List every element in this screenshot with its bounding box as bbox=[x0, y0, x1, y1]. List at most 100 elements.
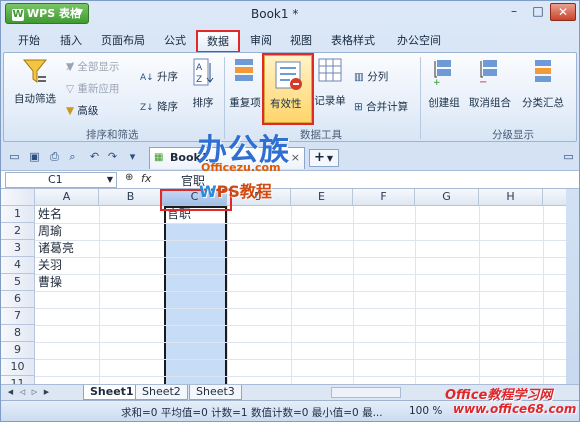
tab-insert[interactable]: 插入 bbox=[55, 31, 87, 52]
column-header-h[interactable]: H bbox=[479, 189, 543, 206]
gridline bbox=[415, 206, 416, 384]
horizontal-scrollbar[interactable] bbox=[331, 387, 401, 398]
validity-label: 有效性 bbox=[270, 98, 302, 110]
ungroup-button[interactable]: − 取消组合 bbox=[466, 57, 514, 110]
svg-text:+: + bbox=[433, 78, 441, 87]
first-sheet-icon[interactable]: ◀ bbox=[5, 387, 16, 398]
last-sheet-icon[interactable]: ▶ bbox=[41, 387, 52, 398]
print-icon[interactable]: ⎙ bbox=[47, 149, 62, 164]
merge-calc-button[interactable]: ⊞ 合并计算 bbox=[354, 99, 408, 114]
restore-window-icon[interactable]: ▭ bbox=[561, 149, 576, 164]
sheet-tab-sheet2[interactable]: Sheet2 bbox=[135, 385, 188, 400]
row-header-8[interactable]: 8 bbox=[1, 325, 35, 342]
funnel-refresh-icon: ▽ bbox=[66, 83, 75, 95]
sort-az-icon: A Z bbox=[193, 58, 214, 86]
open-folder-icon[interactable]: ▭ bbox=[7, 149, 22, 164]
column-header-g[interactable]: G bbox=[415, 189, 479, 206]
app-menu-button[interactable]: W WPS 表格 ▼ bbox=[5, 3, 89, 24]
cell-a5[interactable]: 曹操 bbox=[35, 274, 62, 291]
magnifier-icon[interactable]: ⊕ bbox=[125, 172, 133, 183]
ribbon-panel: 自动筛选 ▼̸ 全部显示 ▽ 重新应用 ▼ 高级 A↓ 升序 Z↓ 降序 A Z… bbox=[3, 52, 577, 142]
selected-column-c[interactable] bbox=[164, 206, 227, 384]
new-tab-button[interactable]: + ▼ bbox=[309, 149, 339, 167]
redo-icon[interactable]: ↷ bbox=[105, 149, 120, 164]
row-header-9[interactable]: 9 bbox=[1, 342, 35, 359]
validity-button[interactable]: 有效性 bbox=[262, 53, 314, 125]
cell-a2[interactable]: 周瑜 bbox=[35, 223, 62, 240]
tab-formulas[interactable]: 公式 bbox=[159, 31, 191, 52]
row-header-1[interactable]: 1 bbox=[1, 206, 35, 223]
tab-view[interactable]: 视图 bbox=[285, 31, 317, 52]
tab-office-space[interactable]: 办公空间 bbox=[393, 31, 445, 52]
close-tab-icon[interactable]: × bbox=[291, 151, 300, 164]
select-all-corner[interactable] bbox=[1, 189, 35, 206]
formula-bar: C1 ▼ ⊕ fx 官职 bbox=[1, 170, 579, 189]
sheet-tab-sheet1[interactable]: Sheet1 bbox=[83, 385, 141, 400]
next-sheet-icon[interactable]: ▷ bbox=[29, 387, 40, 398]
record-form-button[interactable]: 记录单 bbox=[312, 57, 348, 108]
duplicates-button[interactable]: 重复项 bbox=[228, 57, 262, 110]
reapply-button[interactable]: ▽ 重新应用 bbox=[66, 81, 119, 96]
sheet-tab-sheet3[interactable]: Sheet3 bbox=[189, 385, 242, 400]
row-header-5[interactable]: 5 bbox=[1, 274, 35, 291]
gridline bbox=[35, 274, 566, 275]
chevron-down-icon: ▼ bbox=[326, 154, 334, 163]
gridline bbox=[543, 206, 544, 384]
row-header-6[interactable]: 6 bbox=[1, 291, 35, 308]
split-columns-button[interactable]: ▥ 分列 bbox=[354, 69, 388, 84]
maximize-button[interactable]: □ bbox=[527, 3, 549, 21]
sort-descending-button[interactable]: Z↓ 降序 bbox=[140, 99, 178, 114]
tab-review[interactable]: 审阅 bbox=[245, 31, 277, 52]
customize-toolbar-icon[interactable]: ▾ bbox=[125, 149, 140, 164]
funnel-advanced-icon: ▼ bbox=[66, 105, 75, 117]
print-preview-icon[interactable]: ⌕ bbox=[65, 149, 80, 164]
show-all-label: 全部显示 bbox=[77, 61, 120, 73]
gridline bbox=[35, 291, 566, 292]
cell-a1[interactable]: 姓名 bbox=[35, 206, 62, 223]
tab-home[interactable]: 开始 bbox=[13, 31, 45, 52]
sort-button[interactable]: A Z 排序 bbox=[188, 57, 218, 110]
row-header-3[interactable]: 3 bbox=[1, 240, 35, 257]
close-button[interactable]: ✕ bbox=[550, 3, 576, 21]
cell-a3[interactable]: 诸葛亮 bbox=[35, 240, 74, 257]
group-label-data-tools: 数据工具 bbox=[300, 129, 342, 141]
column-header-a[interactable]: A bbox=[35, 189, 99, 206]
svg-text:−: − bbox=[479, 77, 487, 87]
create-group-button[interactable]: + 创建组 bbox=[424, 57, 464, 110]
minimize-button[interactable]: – bbox=[503, 3, 525, 21]
advanced-label: 高级 bbox=[77, 105, 99, 117]
tab-data[interactable]: 数据 bbox=[196, 30, 240, 53]
undo-icon[interactable]: ↶ bbox=[87, 149, 102, 164]
wps-spreadsheet-window: W WPS 表格 ▼ Book1 * – □ ✕ 开始 插入 页面布局 公式 数据… bbox=[0, 0, 580, 422]
column-header-b[interactable]: B bbox=[99, 189, 163, 206]
sort-ascending-button[interactable]: A↓ 升序 bbox=[140, 69, 178, 84]
tab-page-layout[interactable]: 页面布局 bbox=[97, 31, 149, 52]
column-header-f[interactable]: F bbox=[353, 189, 415, 206]
column-header-e[interactable]: E bbox=[291, 189, 353, 206]
subtotal-button[interactable]: 分类汇总 bbox=[518, 57, 568, 110]
spreadsheet-grid[interactable]: A B C D E F G H 1 2 3 4 5 6 7 8 9 10 11 … bbox=[1, 189, 566, 384]
app-name: WPS 表格 bbox=[27, 7, 81, 20]
document-title: Book1 * bbox=[251, 7, 299, 21]
sort-descending-icon: Z↓ bbox=[140, 103, 154, 113]
autofilter-button[interactable]: 自动筛选 bbox=[10, 57, 60, 106]
show-all-button[interactable]: ▼̸ 全部显示 bbox=[66, 59, 119, 74]
row-header-10[interactable]: 10 bbox=[1, 359, 35, 376]
prev-sheet-icon[interactable]: ◁ bbox=[17, 387, 28, 398]
sort-ascending-label: 升序 bbox=[157, 71, 179, 83]
advanced-filter-button[interactable]: ▼ 高级 bbox=[66, 103, 98, 118]
group-label-outline: 分级显示 bbox=[492, 129, 534, 141]
plus-icon: + bbox=[314, 150, 325, 165]
watermark-wps-rest: PS教程 bbox=[216, 182, 272, 201]
insert-function-button[interactable]: fx bbox=[141, 172, 151, 185]
row-header-11[interactable]: 11 bbox=[1, 376, 35, 384]
tab-table-style[interactable]: 表格样式 bbox=[327, 31, 379, 52]
name-box[interactable]: C1 ▼ bbox=[5, 172, 117, 188]
row-header-4[interactable]: 4 bbox=[1, 257, 35, 274]
zoom-level[interactable]: 100 % bbox=[409, 405, 442, 417]
row-header-2[interactable]: 2 bbox=[1, 223, 35, 240]
ungroup-label: 取消组合 bbox=[469, 97, 511, 109]
row-header-7[interactable]: 7 bbox=[1, 308, 35, 325]
save-icon[interactable]: ▣ bbox=[27, 149, 42, 164]
cell-a4[interactable]: 关羽 bbox=[35, 257, 62, 274]
